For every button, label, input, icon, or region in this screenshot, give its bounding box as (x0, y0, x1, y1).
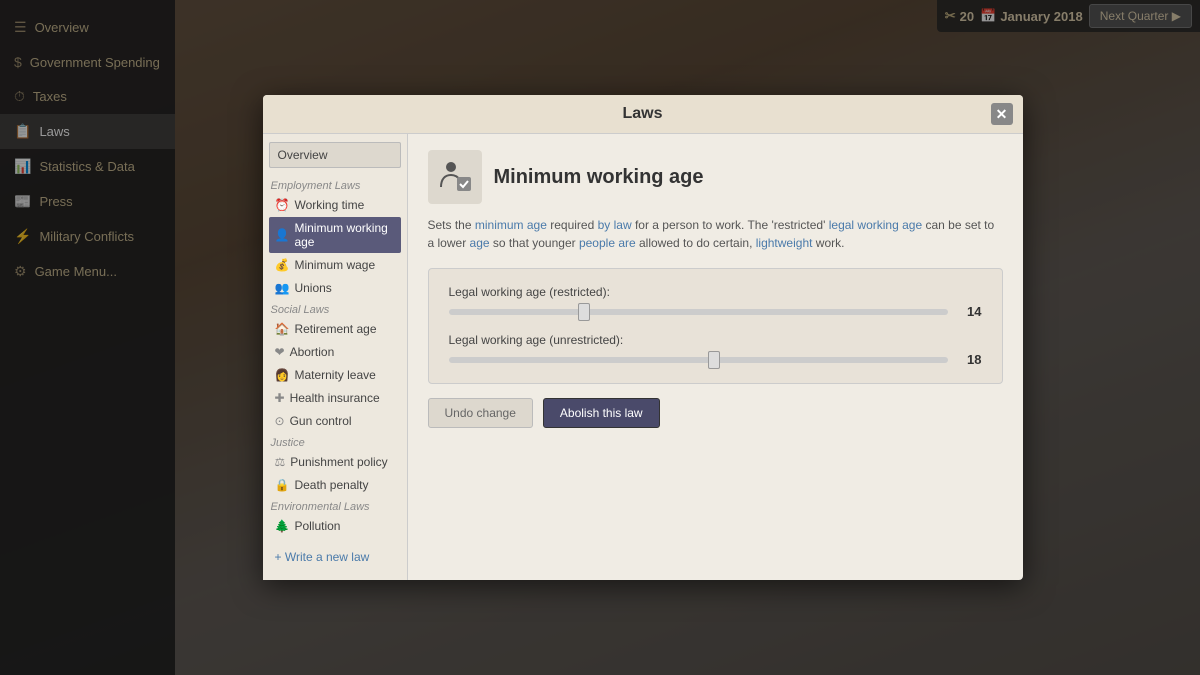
slider-unrestricted[interactable] (449, 357, 948, 363)
slider-label-unrestricted: Legal working age (unrestricted): (449, 333, 982, 347)
law-item-retirement-age[interactable]: 🏠 Retirement age (269, 318, 401, 340)
abolish-law-button[interactable]: Abolish this law (543, 398, 660, 428)
slider-row-unrestricted: Legal working age (unrestricted): 18 (449, 333, 982, 367)
law-big-icon (428, 150, 482, 204)
law-label-pollution: Pollution (294, 519, 340, 533)
maternity-icon: 👩 (275, 368, 290, 382)
minimum-wage-icon: 💰 (275, 258, 290, 272)
law-label-abortion: Abortion (290, 345, 335, 359)
law-item-unions[interactable]: 👥 Unions (269, 277, 401, 299)
pollution-icon: 🌲 (275, 519, 290, 533)
law-content-title: Minimum working age (494, 166, 704, 189)
law-label-unions: Unions (294, 281, 331, 295)
law-content-header: Minimum working age (428, 150, 1003, 204)
slider-restricted[interactable] (449, 309, 948, 315)
sliders-box: Legal working age (restricted): 14 Legal… (428, 268, 1003, 384)
abortion-icon: ❤ (275, 345, 285, 359)
law-item-abortion[interactable]: ❤ Abortion (269, 341, 401, 363)
modal-title: Laws (622, 105, 662, 122)
write-law-button[interactable]: + Write a new law (275, 550, 370, 564)
law-item-punishment-policy[interactable]: ⚖ Punishment policy (269, 451, 401, 473)
law-label-gun-control: Gun control (290, 414, 352, 428)
law-content-panel: Minimum working age Sets the minimum age… (408, 134, 1023, 580)
law-label-working-time: Working time (294, 198, 364, 212)
law-content-svg-icon (437, 159, 473, 195)
law-item-health-insurance[interactable]: ✚ Health insurance (269, 387, 401, 409)
slider-value-restricted: 14 (958, 304, 982, 319)
punishment-icon: ⚖ (275, 455, 286, 469)
law-item-maternity-leave[interactable]: 👩 Maternity leave (269, 364, 401, 386)
law-list-panel: Overview Employment Laws ⏰ Working time … (263, 134, 408, 580)
law-item-pollution[interactable]: 🌲 Pollution (269, 515, 401, 537)
law-label-minimum-wage: Minimum wage (294, 258, 375, 272)
law-label-maternity-leave: Maternity leave (294, 368, 375, 382)
law-item-working-time[interactable]: ⏰ Working time (269, 194, 401, 216)
minimum-working-age-icon: 👤 (275, 228, 290, 242)
gun-control-icon: ⊙ (275, 414, 285, 428)
law-label-minimum-working-age: Minimum working age (294, 221, 394, 249)
law-label-retirement-age: Retirement age (294, 322, 376, 336)
undo-change-button[interactable]: Undo change (428, 398, 533, 428)
working-time-icon: ⏰ (275, 198, 290, 212)
law-label-punishment-policy: Punishment policy (290, 455, 387, 469)
action-buttons: Undo change Abolish this law (428, 398, 1003, 428)
slider-track-wrap-unrestricted: 18 (449, 352, 982, 367)
health-insurance-icon: ✚ (275, 391, 285, 405)
retirement-icon: 🏠 (275, 322, 290, 336)
law-content-description: Sets the minimum age required by law for… (428, 216, 1003, 252)
law-overview-button[interactable]: Overview (269, 142, 401, 168)
slider-row-restricted: Legal working age (restricted): 14 (449, 285, 982, 319)
law-item-gun-control[interactable]: ⊙ Gun control (269, 410, 401, 432)
modal-close-button[interactable]: ✕ (991, 103, 1013, 125)
law-item-death-penalty[interactable]: 🔒 Death penalty (269, 474, 401, 496)
section-label-social: Social Laws (269, 300, 401, 318)
section-label-employment: Employment Laws (269, 176, 401, 194)
law-label-death-penalty: Death penalty (294, 478, 368, 492)
modal-body: Overview Employment Laws ⏰ Working time … (263, 134, 1023, 580)
write-law-section: + Write a new law (269, 541, 401, 572)
law-item-minimum-wage[interactable]: 💰 Minimum wage (269, 254, 401, 276)
slider-label-restricted: Legal working age (restricted): (449, 285, 982, 299)
law-label-health-insurance: Health insurance (290, 391, 380, 405)
modal-header: Laws ✕ (263, 95, 1023, 134)
slider-track-wrap-restricted: 14 (449, 304, 982, 319)
law-item-minimum-working-age[interactable]: 👤 Minimum working age (269, 217, 401, 253)
slider-value-unrestricted: 18 (958, 352, 982, 367)
unions-icon: 👥 (275, 281, 290, 295)
section-label-environmental: Environmental Laws (269, 497, 401, 515)
modal-overlay: Laws ✕ Overview Employment Laws ⏰ Workin… (0, 0, 1200, 675)
death-penalty-icon: 🔒 (275, 478, 290, 492)
section-label-justice: Justice (269, 433, 401, 451)
laws-modal: Laws ✕ Overview Employment Laws ⏰ Workin… (263, 95, 1023, 580)
